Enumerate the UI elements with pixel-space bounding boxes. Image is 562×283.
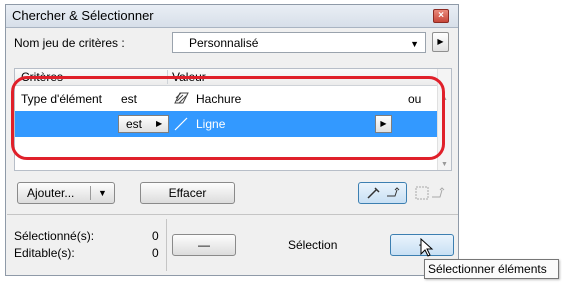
dropdown-arrow-icon: ▼ bbox=[410, 39, 419, 49]
selection-label: Sélection bbox=[288, 238, 338, 252]
criteria-set-label: Nom jeu de critères : bbox=[14, 36, 125, 50]
criteria-set-dropdown[interactable]: Personnalisé ▼ bbox=[172, 32, 426, 53]
criteria-set-menu-button[interactable]: ▶ bbox=[432, 32, 449, 52]
status-divider bbox=[166, 219, 167, 271]
window-title: Chercher & Sélectionner bbox=[12, 8, 154, 23]
marquee-icon bbox=[415, 186, 445, 200]
split-divider bbox=[90, 186, 91, 200]
add-button[interactable]: Ajouter... ▼ bbox=[17, 182, 115, 204]
marquee-button[interactable] bbox=[410, 182, 450, 204]
close-button[interactable]: × bbox=[433, 9, 449, 23]
scroll-down-icon: ▼ bbox=[441, 161, 448, 168]
highlight-annotation bbox=[11, 76, 445, 160]
deselect-button[interactable]: — bbox=[172, 234, 236, 256]
eyedropper-icon bbox=[367, 187, 400, 199]
add-label: Ajouter... bbox=[27, 186, 75, 200]
dropdown-arrow-icon: ▼ bbox=[98, 188, 107, 198]
search-select-window: Chercher & Sélectionner × Nom jeu de cri… bbox=[5, 4, 459, 276]
clear-button[interactable]: Effacer bbox=[140, 182, 235, 204]
criteria-set-value: Personnalisé bbox=[189, 36, 259, 50]
section-divider bbox=[7, 214, 458, 215]
arrow-right-icon: ▶ bbox=[437, 37, 444, 46]
editable-label: Editable(s): bbox=[14, 246, 75, 260]
tooltip: Sélectionner éléments bbox=[424, 259, 559, 279]
title-bar: Chercher & Sélectionner × bbox=[6, 5, 458, 28]
close-icon: × bbox=[438, 10, 444, 21]
selected-count: 0 bbox=[152, 229, 159, 243]
pick-criteria-button[interactable] bbox=[358, 182, 407, 204]
selected-label: Sélectionné(s): bbox=[14, 229, 95, 243]
editable-count: 0 bbox=[152, 246, 159, 260]
mouse-cursor-icon bbox=[420, 238, 434, 257]
